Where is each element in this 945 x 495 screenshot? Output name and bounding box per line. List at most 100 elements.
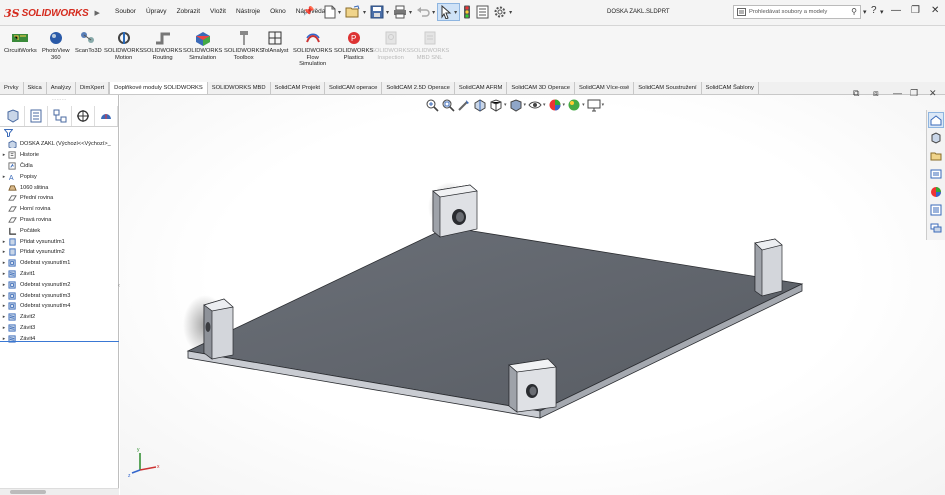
chevron-down-icon[interactable]: ▾ — [409, 9, 412, 16]
help-dropdown-icon[interactable]: ▾ — [880, 8, 884, 16]
view-orientation-button[interactable]: ▾ — [489, 97, 507, 113]
open-button[interactable]: ▾ — [343, 3, 368, 21]
expand-arrow-icon[interactable]: ▸ — [0, 325, 8, 331]
chevron-down-icon[interactable]: ▾ — [543, 102, 546, 108]
menu-item[interactable]: Úpravy — [141, 8, 172, 15]
tree-item[interactable]: ▸ Přidat vysunutím2 — [0, 247, 119, 258]
chevron-right-icon[interactable]: ▶ — [95, 9, 100, 17]
expand-arrow-icon[interactable]: ▸ — [0, 174, 8, 180]
horizontal-scrollbar[interactable] — [0, 488, 119, 495]
close-button[interactable]: ✕ — [931, 5, 939, 16]
expand-arrow-icon[interactable]: ▸ — [0, 152, 8, 158]
file-properties-button[interactable] — [474, 3, 491, 21]
hide-show-items-button[interactable]: ▾ — [528, 97, 546, 113]
tab-1[interactable]: Prvky — [0, 82, 24, 94]
tree-item[interactable]: Přední rovina — [0, 193, 119, 204]
graphics-area[interactable]: y x z — [120, 95, 945, 495]
scroll-thumb[interactable] — [10, 490, 46, 494]
menu-item[interactable]: Okno — [265, 8, 291, 15]
task-pane-file-explorer[interactable] — [928, 166, 944, 182]
expand-arrow-icon[interactable]: ▸ — [0, 303, 8, 309]
tree-item[interactable]: Pravá rovina — [0, 215, 119, 226]
ribbon-button-tolanalyst[interactable]: TolAnalyst — [262, 30, 288, 55]
search-input[interactable]: Prohledávat soubory a modely — [749, 9, 827, 15]
search-box[interactable]: Prohledávat soubory a modely ⚲ — [733, 5, 861, 19]
new-document-button[interactable]: ▾ — [322, 3, 343, 21]
task-pane-resources[interactable] — [928, 130, 944, 146]
help-icon[interactable]: ? — [871, 5, 877, 16]
ribbon-button-routing[interactable]: SOLIDWORKS Routing — [143, 30, 182, 61]
tab-3[interactable]: Analýzy — [47, 82, 76, 94]
tree-item[interactable]: ▸ Odebrat vysunutím1 — [0, 258, 119, 269]
viewport-restore-button[interactable]: ❐ — [910, 88, 918, 99]
tree-item[interactable]: Horní rovina — [0, 204, 119, 215]
rebuild-button[interactable] — [460, 3, 474, 21]
menu-item[interactable]: Nástroje — [231, 8, 265, 15]
tree-item[interactable]: ▸ Odebrat vysunutím4 — [0, 301, 119, 312]
expand-arrow-icon[interactable]: ▸ — [0, 293, 8, 299]
model-viewport[interactable]: y x z — [120, 95, 945, 495]
expand-arrow-icon[interactable]: ▸ — [0, 282, 8, 288]
tab-13[interactable]: SolidCAM Soustružení — [634, 82, 702, 94]
rollback-bar[interactable] — [0, 341, 119, 342]
viewport-close-button[interactable]: ✕ — [929, 88, 937, 99]
expand-view-button[interactable]: ⧉ — [853, 88, 859, 99]
menu-item[interactable]: Zobrazit — [172, 8, 205, 15]
chevron-down-icon[interactable]: ▾ — [363, 9, 366, 16]
chevron-down-icon[interactable]: ▾ — [563, 102, 566, 108]
chevron-down-icon[interactable]: ▾ — [524, 102, 527, 108]
save-button[interactable]: ▾ — [368, 3, 391, 21]
select-button[interactable]: ▾ — [437, 3, 461, 21]
expand-arrow-icon[interactable]: ▸ — [0, 314, 8, 320]
display-style-button[interactable]: ▾ — [509, 97, 527, 113]
viewport-minimize-button[interactable]: — — [893, 88, 902, 98]
standoff-block[interactable] — [508, 358, 557, 413]
print-button[interactable]: ▾ — [391, 3, 414, 21]
chevron-down-icon[interactable]: ▾ — [602, 102, 605, 108]
expand-arrow-icon[interactable]: ▸ — [0, 239, 8, 245]
tree-item[interactable]: ▸ Historie — [0, 150, 119, 161]
tab-14[interactable]: SolidCAM Šablony — [702, 82, 759, 94]
chevron-down-icon[interactable]: ▾ — [386, 9, 389, 16]
tab-5[interactable]: Doplňkové moduly SOLIDWORKS — [109, 82, 208, 94]
standoff-block[interactable] — [754, 238, 783, 297]
ribbon-button-simulation[interactable]: SOLIDWORKS Simulation — [183, 30, 222, 61]
tab-9[interactable]: SolidCAM 2.5D Operace — [382, 82, 455, 94]
tab-6[interactable]: SOLIDWORKS MBD — [208, 82, 271, 94]
display-manager-tab[interactable] — [95, 105, 119, 126]
collapse-view-button[interactable]: ⧈ — [873, 88, 879, 99]
tab-11[interactable]: SolidCAM 3D Operace — [507, 82, 575, 94]
standoff-block[interactable] — [432, 184, 478, 238]
tree-item[interactable]: Čidla — [0, 161, 119, 172]
tab-10[interactable]: SolidCAM AFRM — [455, 82, 508, 94]
tree-item[interactable]: ▸ Odebrat vysunutím3 — [0, 290, 119, 301]
section-view-button[interactable] — [473, 97, 487, 113]
options-button[interactable]: ▾ — [491, 3, 514, 21]
tree-item[interactable]: 1060 slitina — [0, 182, 119, 193]
tree-filter[interactable] — [0, 127, 118, 138]
ribbon-button-flow-simulation[interactable]: SOLIDWORKS Flow Simulation — [293, 30, 332, 68]
tab-2[interactable]: Skica — [24, 82, 47, 94]
zoom-to-area-button[interactable] — [441, 97, 455, 113]
chevron-down-icon[interactable]: ▾ — [582, 102, 585, 108]
feature-manager-tab[interactable] — [2, 105, 26, 126]
tree-item[interactable]: ▸ Závit1 — [0, 269, 119, 280]
minimize-button[interactable]: — — [891, 5, 901, 16]
tree-item[interactable]: ▸ Odebrat vysunutím2 — [0, 279, 119, 290]
tree-item[interactable]: ▸ A Popisy — [0, 171, 119, 182]
task-pane-design-library[interactable] — [928, 148, 944, 164]
task-pane-custom-properties[interactable] — [928, 202, 944, 218]
chevron-down-icon[interactable]: ▾ — [504, 102, 507, 108]
chevron-down-icon[interactable]: ▾ — [454, 9, 457, 16]
chevron-down-icon[interactable]: ▾ — [338, 9, 341, 16]
tree-item[interactable]: DOSKA ZAKL (Výchozí<<Výchozí>_ — [0, 139, 119, 150]
configuration-manager-tab[interactable] — [48, 105, 72, 126]
tab-12[interactable]: SolidCAM Více-osé — [575, 82, 635, 94]
task-pane-appearances[interactable] — [928, 184, 944, 200]
menu-item[interactable]: Soubor — [110, 8, 141, 15]
search-dropdown-icon[interactable]: ▾ — [863, 8, 867, 16]
tab-4[interactable]: DimXpert — [76, 82, 110, 94]
edit-appearance-button[interactable]: ▾ — [548, 97, 566, 113]
panel-grip[interactable]: ⋯⋯⋯ — [0, 95, 118, 105]
view-settings-button[interactable]: ▾ — [587, 97, 605, 113]
